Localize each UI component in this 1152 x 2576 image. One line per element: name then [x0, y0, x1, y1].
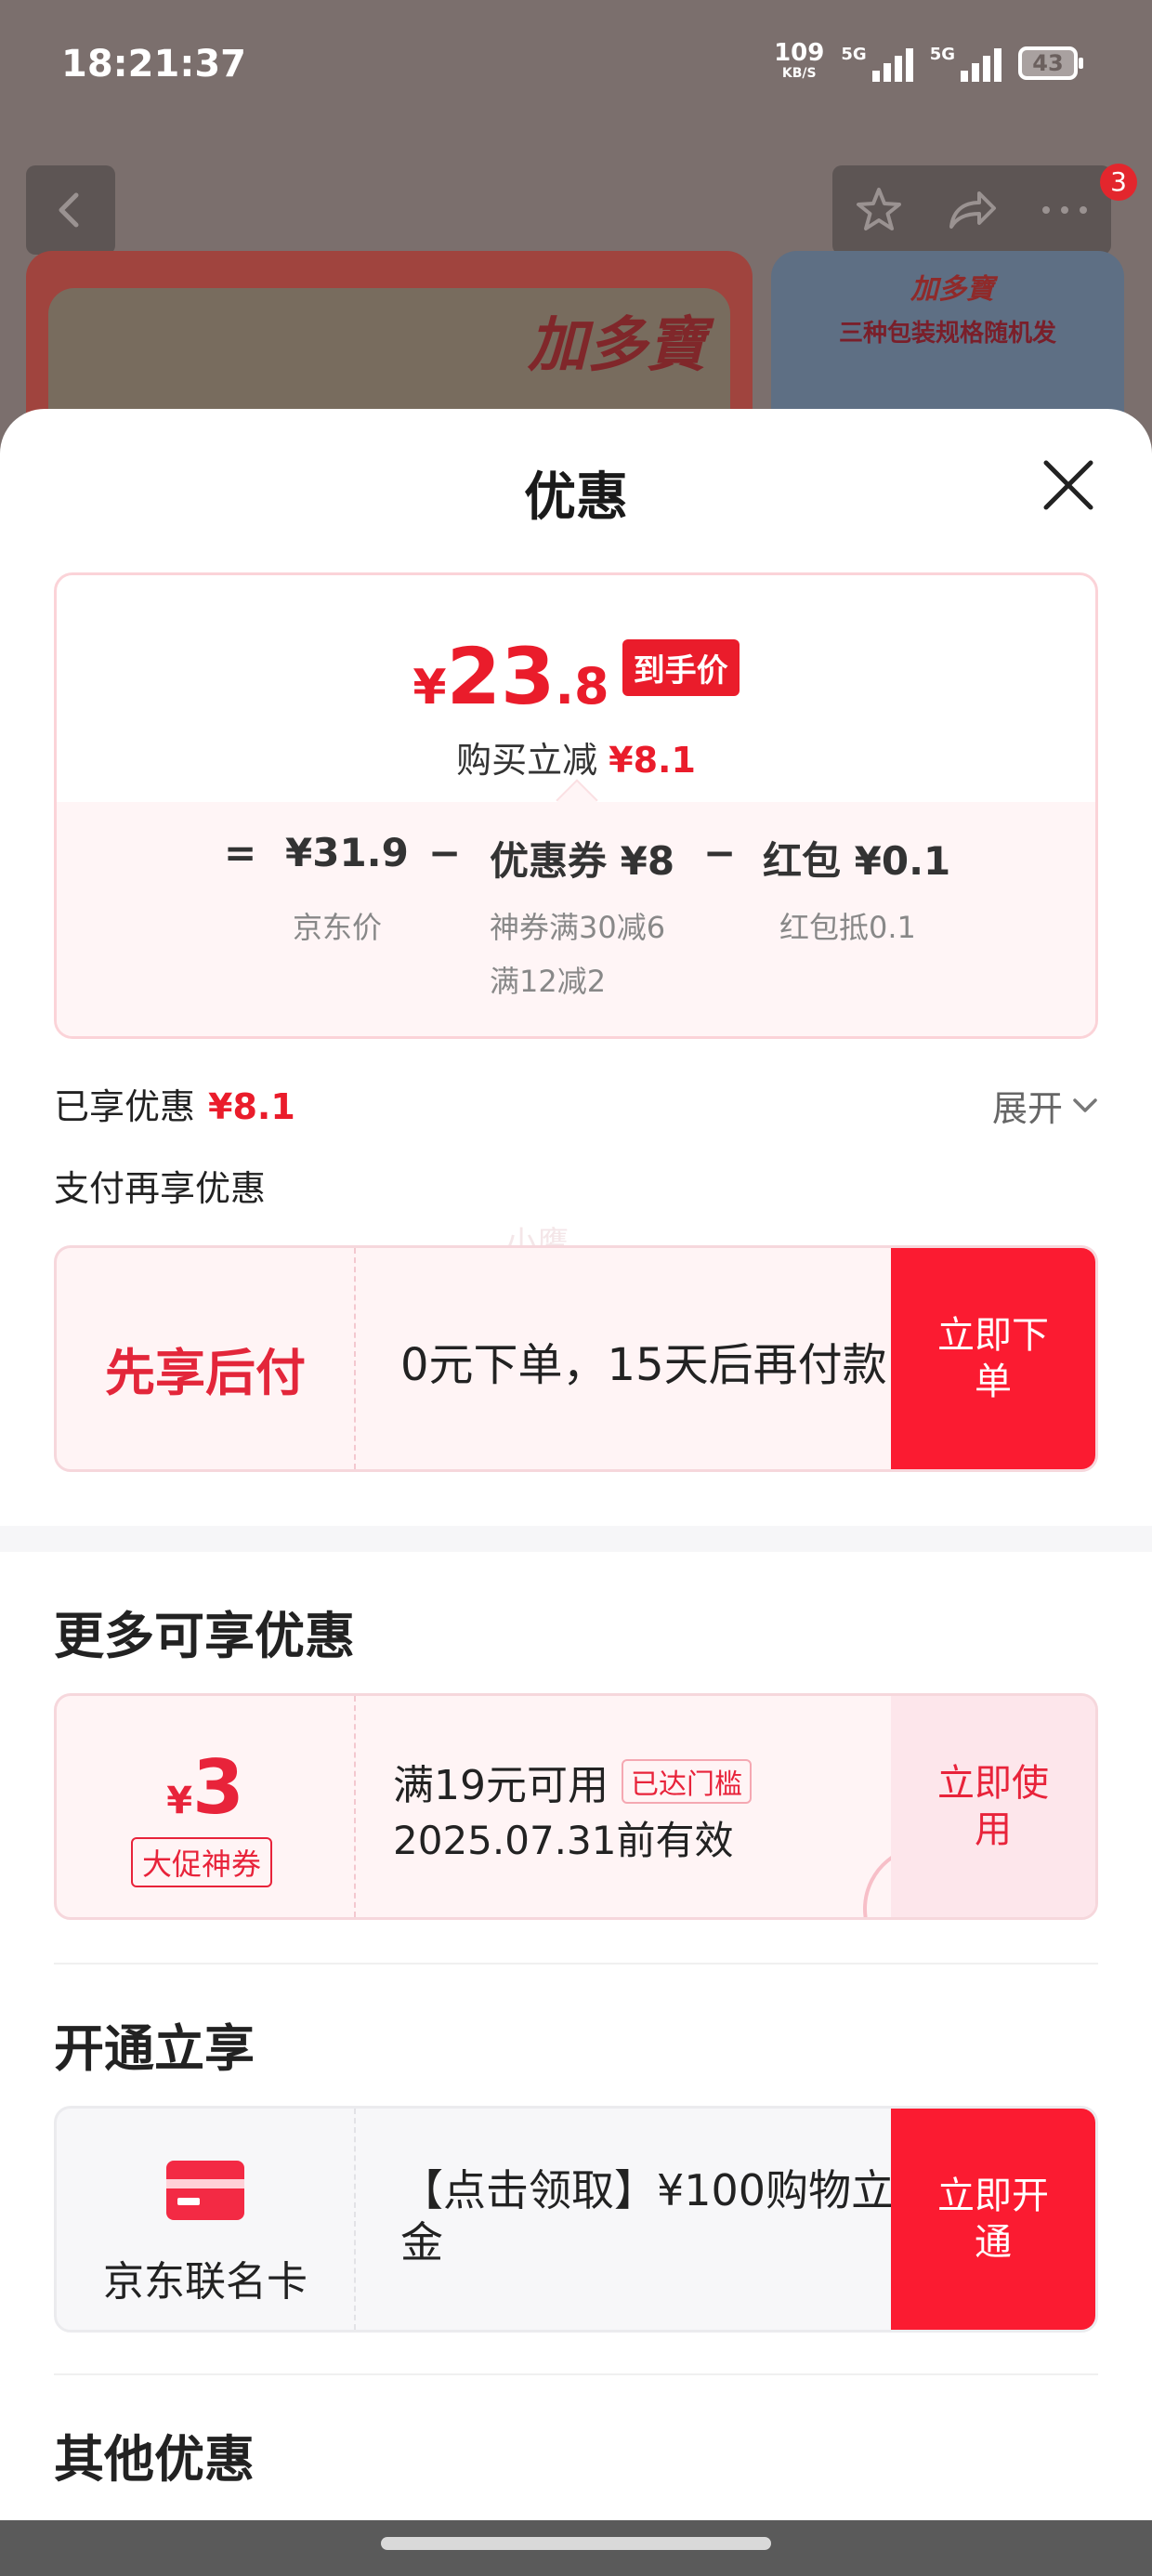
brand-logo: 加多寶 [528, 310, 706, 380]
status-time: 18:21:37 [61, 43, 246, 85]
pay-later-desc: 0元下单，15天后再付款 [400, 1339, 887, 1391]
formula-minus-2: − [703, 830, 737, 875]
separator [54, 2373, 1098, 2375]
coupon-amount: ¥3 [57, 1744, 354, 1831]
price-formula: = ¥31.9 京东价 − 优惠券 ¥8 神券满30减6 满12减2 − 红包 … [57, 802, 1095, 1036]
enjoyed-discount: 已享优惠 ¥8.1 [54, 1078, 295, 1129]
pay-later-left: 先享后付 [57, 1248, 356, 1469]
final-price: ¥23.8 到手价 [57, 631, 1095, 722]
coupon-detail-2: 满12减2 [490, 964, 607, 999]
cobrand-card-desc: 【点击领取】¥100购物立减金 [400, 2165, 937, 2267]
network-speed: 109 KB/S [774, 41, 824, 84]
discount-sheet: 优惠 ¥23.8 到手价 购买立减 ¥8.1 = ¥31.9 京东价 − 优惠券 ¥… [0, 409, 1152, 2576]
star-icon [857, 188, 901, 230]
credit-card-icon [166, 2161, 244, 2220]
cobrand-card-name: 京东联名卡 [103, 2258, 308, 2306]
close-icon [1043, 460, 1093, 510]
redpack-deduction: 红包 ¥0.1 [763, 838, 951, 884]
threshold-reached-badge: 已达门槛 [622, 1759, 752, 1804]
base-price: ¥31.9 [285, 830, 409, 875]
other-discounts-title: 其他优惠 [54, 2430, 255, 2489]
final-price-tag: 到手价 [622, 639, 740, 696]
final-price-area: ¥23.8 到手价 购买立减 ¥8.1 [57, 575, 1095, 802]
coupon-condition: 满19元可用 已达门槛 [393, 1752, 752, 1811]
signal-2-icon: 5G [930, 45, 1001, 82]
cobrand-card-offer[interactable]: 京东联名卡 【点击领取】¥100购物立减金 立即开通 [54, 2106, 1098, 2333]
base-price-label: 京东价 [293, 910, 383, 945]
price-breakdown-card: ¥23.8 到手价 购买立减 ¥8.1 = ¥31.9 京东价 − 优惠券 ¥8 神… [54, 572, 1098, 1039]
enjoyed-discount-label: 已享优惠 [54, 1086, 196, 1127]
open-now-button[interactable]: 立即开通 [891, 2109, 1095, 2330]
status-bar: 18:21:37 109 KB/S 5G 5G 43 [0, 0, 1152, 139]
price-symbol: ¥ [412, 660, 447, 716]
coupon-symbol: ¥ [166, 1780, 193, 1822]
enjoyed-discount-value: ¥8.1 [208, 1086, 295, 1127]
more-button[interactable] [1018, 165, 1111, 255]
instant-discount-value: ¥8.1 [609, 740, 696, 781]
pay-later-card[interactable]: 先享后付 0元下单，15天后再付款 立即下单 [54, 1245, 1098, 1472]
share-button[interactable] [925, 165, 1018, 255]
order-now-button[interactable]: 立即下单 [891, 1248, 1095, 1469]
more-discounts-title: 更多可享优惠 [54, 1607, 355, 1665]
battery-icon: 43 [1018, 46, 1083, 80]
chevron-down-icon [1073, 1097, 1097, 1112]
status-icons: 109 KB/S 5G 5G 43 [774, 41, 1083, 84]
notification-badge: 3 [1100, 164, 1137, 201]
coupon-detail-1: 神券满30减6 [490, 910, 666, 945]
top-actions [832, 165, 1111, 255]
favorite-button[interactable] [832, 165, 925, 255]
open-offers-title: 开通立享 [54, 2019, 255, 2078]
coupon-card: ¥3 大促神券 满19元可用已达门槛 2025.07.31前有效 已领 立即使用 [54, 1693, 1098, 1920]
sim2-label: 5G [929, 45, 955, 64]
use-now-button[interactable]: 立即使用 [891, 1696, 1095, 1917]
coupon-expiry: 2025.07.31前有效 [393, 1818, 734, 1863]
separator [54, 1963, 1098, 1965]
coupon-type-tag: 大促神券 [131, 1837, 273, 1887]
coupon-left: ¥3 大促神券 [57, 1696, 356, 1917]
more-dots-icon [1042, 206, 1087, 214]
home-indicator[interactable] [381, 2537, 771, 2550]
close-button[interactable] [1041, 457, 1096, 513]
redpack-detail: 红包抵0.1 [779, 910, 916, 945]
pay-later-title: 先享后付 [105, 1344, 306, 1402]
coupon-condition-text: 满19元可用 [393, 1762, 609, 1809]
price-integer: 23 [446, 631, 556, 722]
sheet-title: 优惠 [524, 467, 628, 528]
instant-discount: 购买立减 ¥8.1 [57, 731, 1095, 782]
sim1-label: 5G [841, 45, 867, 64]
section-divider [0, 1526, 1152, 1552]
share-icon [949, 191, 996, 229]
thumbnail-caption: 三种包装规格随机发 [838, 320, 1056, 348]
price-decimal: .8 [555, 657, 609, 716]
brand-logo-small: 加多寶 [910, 273, 994, 306]
signal-1-icon: 5G [841, 45, 913, 82]
back-button[interactable] [26, 165, 115, 255]
formula-minus-1: − [428, 830, 462, 875]
cobrand-card-left: 京东联名卡 [57, 2109, 356, 2330]
expand-label: 展开 [991, 1088, 1063, 1129]
chevron-left-icon [59, 192, 79, 228]
coupon-deduction: 优惠券 ¥8 [490, 838, 675, 884]
formula-equals: = [224, 830, 257, 875]
coupon-value: 3 [192, 1744, 244, 1831]
expand-toggle[interactable]: 展开 [992, 1080, 1098, 1131]
home-indicator-bar [0, 2520, 1152, 2576]
pay-more-label: 支付再享优惠 [54, 1168, 267, 1209]
instant-discount-label: 购买立减 [456, 740, 598, 781]
